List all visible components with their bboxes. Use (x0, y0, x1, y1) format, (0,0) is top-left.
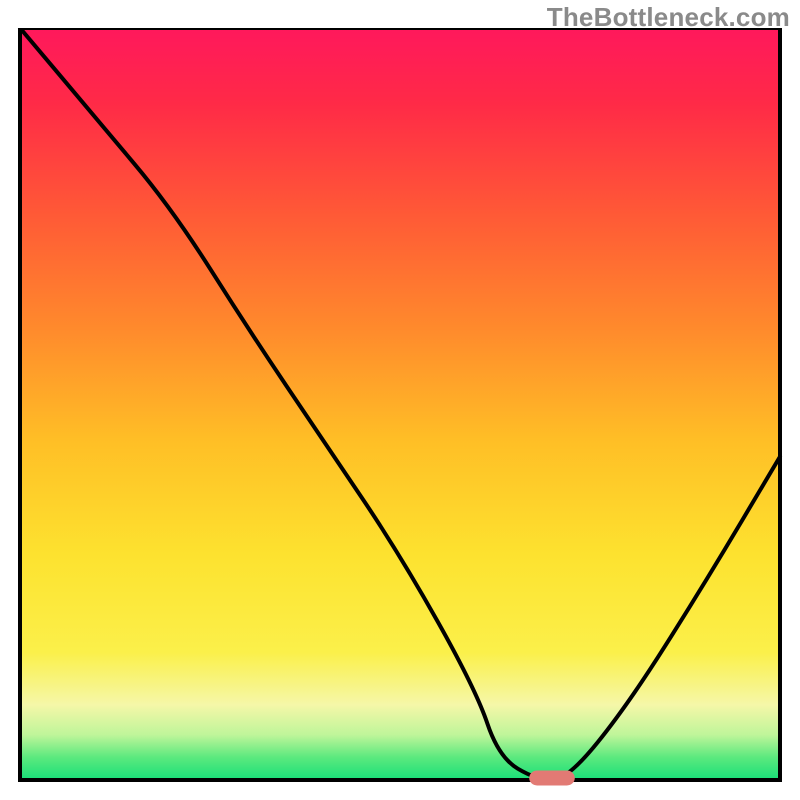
optimal-marker (529, 771, 575, 786)
plot-area (20, 28, 780, 780)
bottleneck-chart (0, 28, 800, 800)
chart-container: TheBottleneck.com (0, 0, 800, 800)
gradient-background (20, 28, 780, 780)
